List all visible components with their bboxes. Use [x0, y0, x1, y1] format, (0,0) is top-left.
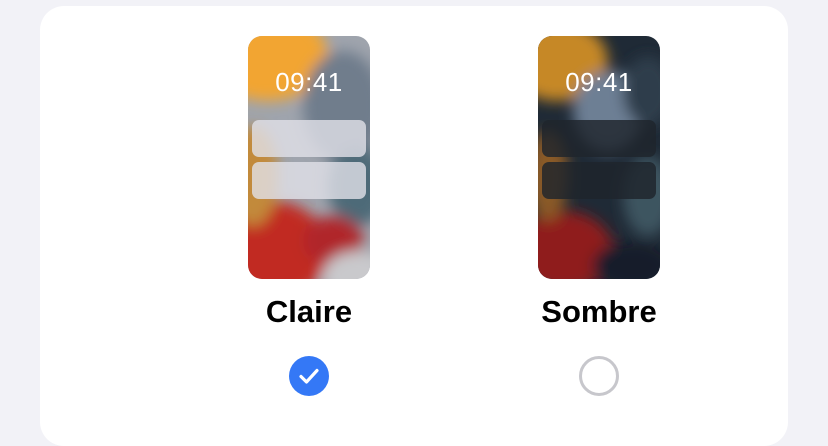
- option-label-dark: Sombre: [541, 294, 657, 329]
- radio-dark[interactable]: [579, 356, 619, 396]
- appearance-option-dark[interactable]: 09:41 Sombre: [509, 6, 689, 425]
- lock-screen-time: 09:41: [275, 67, 343, 97]
- appearance-card: 09:41 Claire 09:41 Sombre: [40, 6, 788, 446]
- notification-placeholder: [542, 120, 656, 157]
- dark-preview[interactable]: 09:41: [538, 36, 660, 279]
- appearance-option-light[interactable]: 09:41 Claire: [219, 6, 399, 425]
- notification-placeholder: [542, 162, 656, 199]
- radio-light[interactable]: [289, 356, 329, 396]
- light-preview[interactable]: 09:41: [248, 36, 370, 279]
- option-label-light: Claire: [265, 294, 353, 329]
- notification-placeholder: [252, 162, 366, 199]
- checkmark-icon: [299, 368, 319, 384]
- lock-screen-time: 09:41: [565, 67, 633, 97]
- notification-placeholder: [252, 120, 366, 157]
